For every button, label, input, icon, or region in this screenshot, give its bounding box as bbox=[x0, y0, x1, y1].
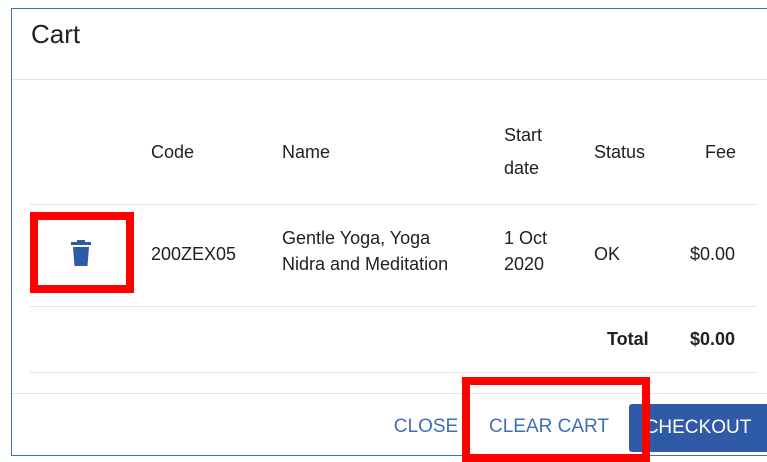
header-fee: Fee bbox=[705, 142, 737, 162]
item-status: OK bbox=[594, 244, 621, 264]
header-start-date-line2: date bbox=[504, 158, 540, 178]
total-value: $0.00 bbox=[690, 329, 736, 349]
total-label: Total bbox=[607, 329, 649, 349]
item-name-line1: Gentle Yoga, Yoga bbox=[282, 228, 431, 248]
trash-icon bbox=[71, 240, 91, 266]
checkout-button[interactable]: CHECKOUT bbox=[629, 404, 767, 452]
total-row-divider bbox=[30, 372, 757, 373]
item-row-divider bbox=[30, 306, 757, 307]
close-button[interactable]: CLOSE bbox=[386, 404, 466, 450]
actions-divider bbox=[12, 393, 767, 394]
title-divider bbox=[12, 79, 767, 80]
header-status: Status bbox=[594, 142, 646, 162]
header-start-date-line1: Start bbox=[504, 125, 543, 145]
item-start-line2: 2020 bbox=[504, 254, 545, 274]
delete-item-button[interactable] bbox=[56, 225, 106, 281]
header-row-divider bbox=[30, 204, 757, 205]
dialog-title: Cart bbox=[31, 19, 81, 49]
item-fee: $0.00 bbox=[690, 244, 736, 264]
clear-cart-button[interactable]: CLEAR CART bbox=[478, 404, 620, 450]
item-code: 200ZEX05 bbox=[151, 244, 237, 264]
header-code: Code bbox=[151, 142, 195, 162]
item-name-line2: Nidra and Meditation bbox=[282, 254, 449, 274]
item-start-line1: 1 Oct bbox=[504, 228, 548, 248]
header-name: Name bbox=[282, 142, 331, 162]
